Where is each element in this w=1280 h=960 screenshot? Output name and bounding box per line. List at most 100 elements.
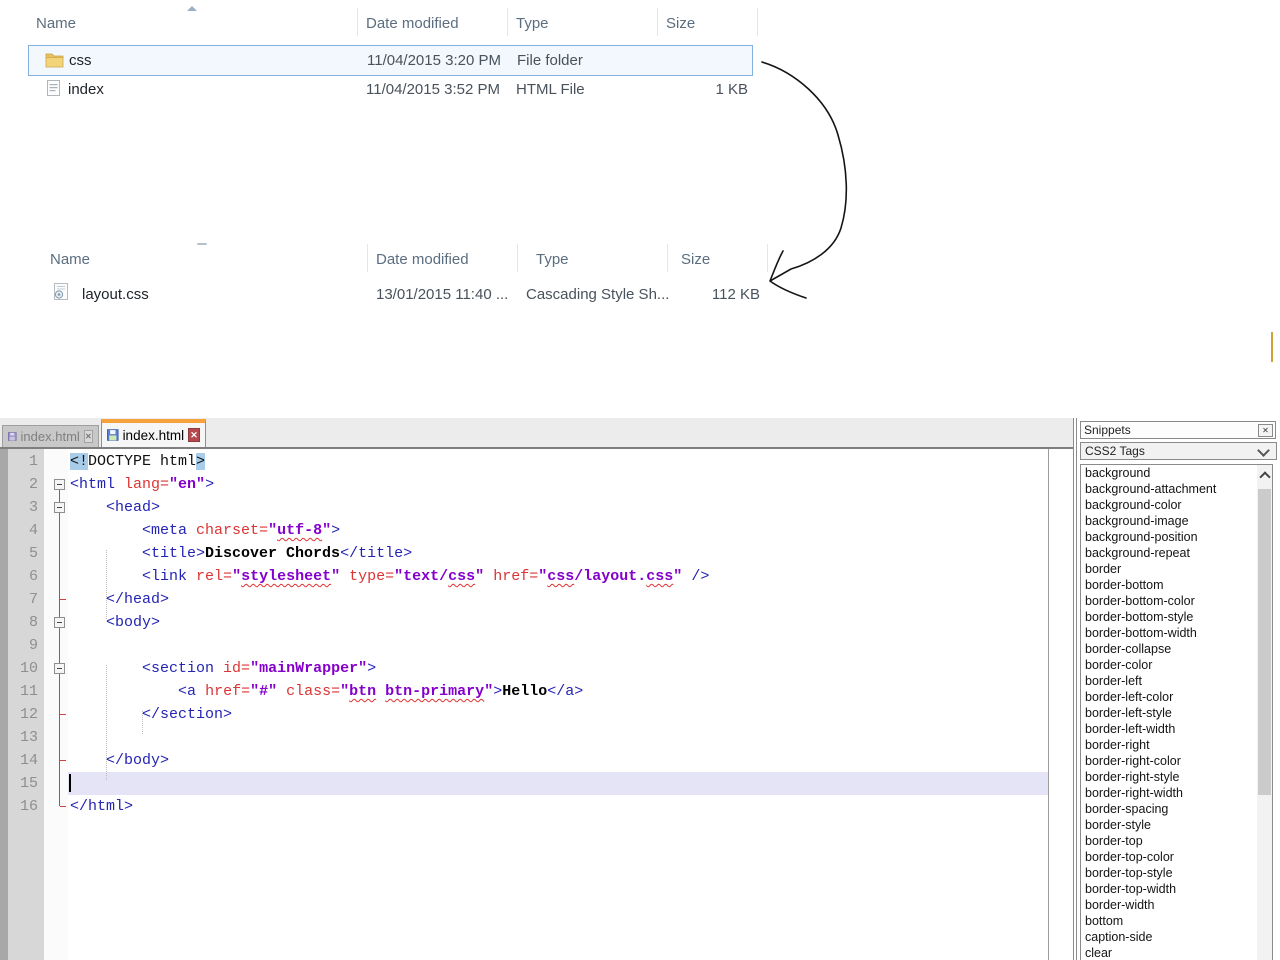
panel-splitter[interactable]: [1073, 418, 1077, 960]
snippet-item[interactable]: border-right-width: [1081, 785, 1272, 801]
scrollbar-thumb[interactable]: [1258, 489, 1271, 795]
fold-collapse-icon[interactable]: [54, 502, 65, 513]
snippet-item[interactable]: border-style: [1081, 817, 1272, 833]
snippet-item[interactable]: background-color: [1081, 497, 1272, 513]
snippet-item[interactable]: border-spacing: [1081, 801, 1272, 817]
code-folding-margin[interactable]: [44, 449, 68, 960]
code-line[interactable]: <body>: [68, 611, 1046, 634]
tab-label: index.html: [122, 427, 185, 443]
code-text-area[interactable]: <!DOCTYPE html> <html lang="en"> <head> <…: [68, 449, 1049, 960]
snippet-item[interactable]: border-bottom-width: [1081, 625, 1272, 641]
tab-index-html-inactive[interactable]: index.html ✕: [2, 425, 99, 447]
code-line[interactable]: <a href="#" class="btn btn-primary">Hell…: [68, 680, 1046, 703]
file-row-layout-css[interactable]: layout.css 13/01/2015 11:40 ... Cascadin…: [40, 280, 780, 308]
snippet-item[interactable]: background: [1081, 465, 1272, 481]
snippet-item[interactable]: border-bottom-color: [1081, 593, 1272, 609]
line-number: 5: [28, 545, 38, 562]
file-row-index[interactable]: index 11/04/2015 3:52 PM HTML File 1 KB: [28, 76, 751, 103]
column-divider[interactable]: [517, 244, 518, 272]
code-line[interactable]: <section id="mainWrapper">: [68, 657, 1046, 680]
code-line[interactable]: <title>Discover Chords</title>: [68, 542, 1046, 565]
code-token: id=: [223, 660, 251, 677]
snippet-item[interactable]: background-image: [1081, 513, 1272, 529]
snippet-item[interactable]: background-position: [1081, 529, 1272, 545]
snippet-item[interactable]: border-left-style: [1081, 705, 1272, 721]
file-name: layout.css: [82, 286, 149, 303]
snippets-category-dropdown[interactable]: CSS2 Tags: [1080, 442, 1277, 460]
column-divider[interactable]: [367, 244, 368, 272]
code-token: /layout.: [574, 568, 647, 585]
snippet-item[interactable]: border-bottom-style: [1081, 609, 1272, 625]
file-row-css[interactable]: css 11/04/2015 3:20 PM File folder: [28, 45, 753, 76]
snippets-list[interactable]: background background-attachment backgroun…: [1080, 464, 1273, 960]
line-number: 2: [28, 476, 38, 493]
tab-index-html-active[interactable]: index.html ✕: [101, 419, 206, 447]
snippet-item[interactable]: border-top-width: [1081, 881, 1272, 897]
snippet-item[interactable]: border-width: [1081, 897, 1272, 913]
code-line[interactable]: [68, 634, 1046, 657]
column-divider[interactable]: [657, 8, 658, 36]
tab-close-icon[interactable]: ✕: [188, 428, 200, 442]
column-header-size[interactable]: Size: [666, 15, 695, 32]
snippet-item[interactable]: border-top: [1081, 833, 1272, 849]
fold-collapse-icon[interactable]: [54, 617, 65, 628]
snippets-scrollbar[interactable]: [1257, 465, 1272, 960]
fold-collapse-icon[interactable]: [54, 479, 65, 490]
scroll-up-icon[interactable]: [1259, 471, 1271, 483]
code-line[interactable]: </html>: [68, 795, 1046, 818]
column-header-type[interactable]: Type: [516, 15, 549, 32]
code-line[interactable]: </head>: [68, 588, 1046, 611]
code-line[interactable]: [68, 726, 1046, 749]
snippet-item[interactable]: border-top-style: [1081, 865, 1272, 881]
column-header-name[interactable]: Name: [50, 251, 90, 268]
snippet-item[interactable]: bottom: [1081, 913, 1272, 929]
column-divider[interactable]: [507, 8, 508, 36]
snippet-item[interactable]: border-right: [1081, 737, 1272, 753]
code-line[interactable]: <head>: [68, 496, 1046, 519]
column-header-type[interactable]: Type: [536, 251, 569, 268]
editor-tab-bar: index.html ✕ index.html ✕: [0, 418, 1074, 449]
snippet-item[interactable]: clear: [1081, 945, 1272, 960]
snippet-item[interactable]: border-left-width: [1081, 721, 1272, 737]
column-header-name[interactable]: Name: [36, 15, 76, 32]
snippet-item[interactable]: border-top-color: [1081, 849, 1272, 865]
snippet-item[interactable]: border-right-color: [1081, 753, 1272, 769]
snippet-item[interactable]: border-bottom: [1081, 577, 1272, 593]
editor-left-edge: [0, 449, 8, 960]
column-header-date[interactable]: Date modified: [376, 251, 469, 268]
line-number: 6: [28, 568, 38, 585]
column-header-date[interactable]: Date modified: [366, 15, 459, 32]
code-token: ": [232, 568, 242, 585]
fold-collapse-icon[interactable]: [54, 663, 65, 674]
snippet-item[interactable]: border-right-style: [1081, 769, 1272, 785]
snippet-item[interactable]: border-left-color: [1081, 689, 1272, 705]
column-divider[interactable]: [757, 8, 758, 36]
code-line[interactable]: </body>: [68, 749, 1046, 772]
column-divider[interactable]: [667, 244, 668, 272]
snippets-close-icon[interactable]: ✕: [1258, 424, 1273, 437]
code-token: btn-primary: [385, 683, 485, 700]
snippet-item[interactable]: caption-side: [1081, 929, 1272, 945]
snippet-item[interactable]: border: [1081, 561, 1272, 577]
code-line[interactable]: [68, 772, 1046, 795]
code-token: btn: [349, 683, 377, 700]
code-line[interactable]: <html lang="en">: [68, 473, 1046, 496]
snippet-item[interactable]: background-attachment: [1081, 481, 1272, 497]
tab-close-icon[interactable]: ✕: [83, 430, 93, 443]
screenshot-canvas: Name Date modified Type Size css 11/04/2…: [0, 0, 1280, 960]
code-line[interactable]: <link rel="stylesheet" type="text/css" h…: [68, 565, 1046, 588]
snippet-item[interactable]: border-color: [1081, 657, 1272, 673]
snippet-item[interactable]: border-left: [1081, 673, 1272, 689]
code-line[interactable]: <meta charset="utf-8">: [68, 519, 1046, 542]
snippet-item[interactable]: border-collapse: [1081, 641, 1272, 657]
code-line[interactable]: <!DOCTYPE html>: [68, 450, 1046, 473]
line-number-gutter: 1 2 3 4 5 6 7 8 9 10 11 12 13 14 15 16: [8, 449, 44, 960]
column-header-size[interactable]: Size: [681, 251, 710, 268]
snippet-item[interactable]: background-repeat: [1081, 545, 1272, 561]
column-divider[interactable]: [357, 8, 358, 36]
code-line[interactable]: </section>: [68, 703, 1046, 726]
